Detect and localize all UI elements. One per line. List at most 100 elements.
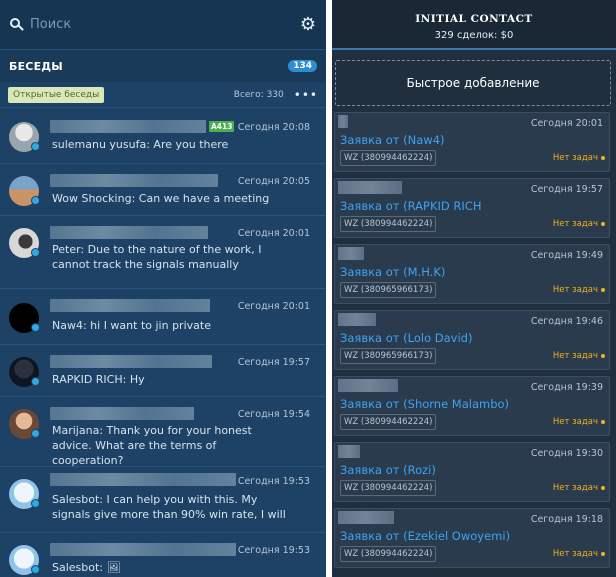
lead-title[interactable]: Заявка от (Ezekiel Owoyemi) xyxy=(340,529,510,543)
status-dot-icon xyxy=(601,551,605,556)
chat-preview: Marijana: Thank you for your honest advi… xyxy=(52,424,252,467)
quick-add-button[interactable]: Быстрое добавление xyxy=(335,60,611,106)
filter-open-chats[interactable]: Открытые беседы xyxy=(8,86,105,103)
chat-item[interactable]: Сегодня 19:53 Salesbot: 🖼 xyxy=(0,532,326,577)
lead-time: Сегодня 19:30 xyxy=(530,448,603,459)
chat-time: Сегодня 19:54 xyxy=(237,409,310,420)
lead-phone: WZ (380994462224) xyxy=(340,414,437,430)
lead-card[interactable]: Сегодня 20:01 Заявка от (Naw4) WZ (38099… xyxy=(334,112,610,172)
status-dot-icon xyxy=(601,419,605,424)
lead-title[interactable]: Заявка от (RAPKID RICH xyxy=(340,199,481,213)
chat-panel: ⚙ БЕСЕДЫ 134 Открытые беседы Всего: 330 … xyxy=(0,0,326,577)
chat-time: Сегодня 19:57 xyxy=(237,357,310,368)
more-options-icon[interactable]: ••• xyxy=(294,89,318,101)
status-dot-icon xyxy=(601,287,605,292)
lead-card[interactable]: Сегодня 19:39 Заявка от (Shorne Malambo)… xyxy=(334,376,610,436)
chat-time: Сегодня 19:53 xyxy=(237,545,310,556)
contact-tag: A413 xyxy=(209,121,235,132)
section-header: БЕСЕДЫ 134 xyxy=(0,50,326,82)
lead-task-status: Нет задач xyxy=(553,417,605,427)
section-title: БЕСЕДЫ xyxy=(9,59,63,73)
chat-preview: Salesbot: 🖼 xyxy=(52,561,121,574)
contact-name-redacted xyxy=(50,407,194,420)
chat-time: Сегодня 20:05 xyxy=(237,176,310,187)
chat-time: Сегодня 19:53 xyxy=(237,476,310,487)
lead-task-status: Нет задач xyxy=(553,219,605,229)
gear-icon[interactable]: ⚙ xyxy=(300,15,316,34)
chat-preview: sulemanu yusufa: Are you there xyxy=(52,138,229,151)
chat-item[interactable]: Сегодня 19:57 RAPKID RICH: Hy xyxy=(0,344,326,396)
chat-preview: Peter: Due to the nature of the work, I … xyxy=(52,243,262,271)
lead-card[interactable]: Сегодня 19:49 Заявка от (M.H.K) WZ (3809… xyxy=(334,244,610,304)
contact-name-redacted xyxy=(50,120,206,133)
lead-name-redacted xyxy=(338,115,348,128)
lead-time: Сегодня 19:46 xyxy=(530,316,603,327)
filter-row: Открытые беседы Всего: 330 ••• xyxy=(0,82,326,107)
status-dot-icon xyxy=(601,485,605,490)
chat-item[interactable]: A413 Сегодня 20:08 sulemanu yusufa: Are … xyxy=(0,107,326,163)
lead-card[interactable]: Сегодня 19:30 Заявка от (Rozi) WZ (38099… xyxy=(334,442,610,502)
contact-name-redacted xyxy=(50,355,212,368)
search-input[interactable] xyxy=(30,17,270,32)
lead-phone: WZ (380994462224) xyxy=(340,150,437,166)
search-icon[interactable] xyxy=(10,17,24,32)
lead-name-redacted xyxy=(338,181,402,194)
telegram-icon xyxy=(31,377,40,386)
chat-preview: Naw4: hi I want to jin private xyxy=(52,319,211,332)
lead-phone: WZ (380994462224) xyxy=(340,480,437,496)
telegram-icon xyxy=(31,499,40,508)
lead-task-status: Нет задач xyxy=(553,483,605,493)
lead-name-redacted xyxy=(338,247,364,260)
status-dot-icon xyxy=(601,155,605,160)
telegram-icon xyxy=(31,248,40,257)
lead-card[interactable]: Сегодня 19:18 Заявка от (Ezekiel Owoyemi… xyxy=(334,508,610,568)
lead-card[interactable]: Сегодня 19:57 Заявка от (RAPKID RICH WZ … xyxy=(334,178,610,238)
lead-task-status: Нет задач xyxy=(553,285,605,295)
contact-name-redacted xyxy=(50,226,208,239)
chat-time: Сегодня 20:01 xyxy=(237,228,310,239)
lead-time: Сегодня 19:57 xyxy=(530,184,603,195)
chat-preview: Salesbot: I can help you with this. My s… xyxy=(52,493,286,521)
search-bar: ⚙ xyxy=(0,0,326,50)
column-header: INITIAL CONTACT 329 сделок: $0 xyxy=(332,0,616,50)
lead-time: Сегодня 20:01 xyxy=(530,118,603,129)
pipeline-column: INITIAL CONTACT 329 сделок: $0 Быстрое д… xyxy=(332,0,616,577)
contact-name-redacted xyxy=(50,543,236,556)
lead-task-status: Нет задач xyxy=(553,351,605,361)
chat-item[interactable]: Сегодня 19:53 Salesbot: I can help you w… xyxy=(0,466,326,532)
status-dot-icon xyxy=(601,353,605,358)
lead-task-status: Нет задач xyxy=(553,153,605,163)
chat-item[interactable]: Сегодня 19:54 Marijana: Thank you for yo… xyxy=(0,396,326,467)
status-dot-icon xyxy=(601,221,605,226)
column-title: INITIAL CONTACT xyxy=(415,13,533,25)
total-count: Всего: 330 xyxy=(233,89,284,100)
contact-name-redacted xyxy=(50,473,236,486)
lead-title[interactable]: Заявка от (Lolo David) xyxy=(340,331,472,345)
telegram-icon xyxy=(31,565,40,574)
lead-title[interactable]: Заявка от (Naw4) xyxy=(340,133,445,147)
lead-task-status: Нет задач xyxy=(553,549,605,559)
lead-phone: WZ (380994462224) xyxy=(340,216,437,232)
chat-item[interactable]: Сегодня 20:05 Wow Shocking: Can we have … xyxy=(0,163,326,215)
lead-card[interactable]: Сегодня 19:46 Заявка от (Lolo David) WZ … xyxy=(334,310,610,370)
lead-title[interactable]: Заявка от (Rozi) xyxy=(340,463,436,477)
chat-item[interactable]: Сегодня 20:01 Peter: Due to the nature o… xyxy=(0,215,326,288)
telegram-icon xyxy=(31,196,40,205)
chat-preview: Wow Shocking: Can we have a meeting xyxy=(52,192,270,205)
lead-phone: WZ (380994462224) xyxy=(340,546,437,562)
telegram-icon xyxy=(31,429,40,438)
chat-list: A413 Сегодня 20:08 sulemanu yusufa: Are … xyxy=(0,107,326,577)
lead-title[interactable]: Заявка от (Shorne Malambo) xyxy=(340,397,509,411)
chat-time: Сегодня 20:01 xyxy=(237,301,310,312)
count-badge: 134 xyxy=(288,60,317,72)
contact-name-redacted xyxy=(50,299,210,312)
chat-item[interactable]: Сегодня 20:01 Naw4: hi I want to jin pri… xyxy=(0,288,326,344)
lead-name-redacted xyxy=(338,511,394,524)
telegram-icon xyxy=(31,323,40,332)
lead-phone: WZ (380965966173) xyxy=(340,282,437,298)
lead-time: Сегодня 19:49 xyxy=(530,250,603,261)
chat-time: Сегодня 20:08 xyxy=(237,122,310,133)
lead-name-redacted xyxy=(338,379,398,392)
lead-title[interactable]: Заявка от (M.H.K) xyxy=(340,265,445,279)
lead-phone: WZ (380965966173) xyxy=(340,348,437,364)
